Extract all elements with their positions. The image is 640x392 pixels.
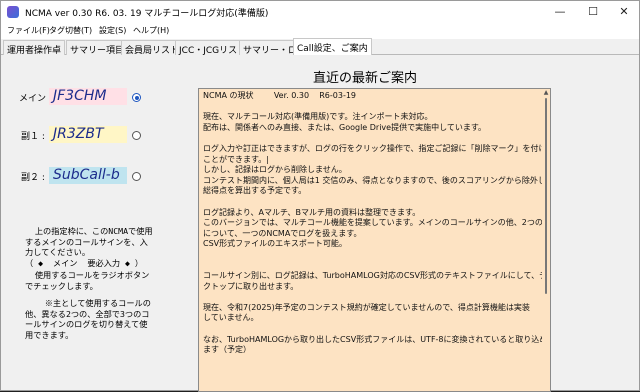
notice-title: 直近の最新ご案内 [313, 71, 418, 86]
sub2-call-label: 副２ : [21, 173, 45, 183]
scroll-thumb[interactable] [545, 98, 547, 294]
maximize-button[interactable]: ☐ [577, 1, 609, 23]
notice-scrollbar[interactable]: ▲ [542, 89, 550, 391]
notice-text: NCMA の現状 Ver. 0.30 R6-03-19 現在、マルチコール対応(… [203, 91, 551, 355]
tab-call-settings[interactable]: Call設定、ご案内 [293, 38, 372, 55]
notice-textbox[interactable]: NCMA の現状 Ver. 0.30 R6-03-19 現在、マルチコール対応(… [198, 88, 551, 392]
sub1-call-label: 副１ : [21, 132, 45, 142]
sub1-callsign-field[interactable]: JR3ZBT [49, 126, 127, 143]
menu-tag-switch[interactable]: タグ切替(T) [49, 25, 92, 36]
instruction-multi-call: ※主として使用するコールの 他、異なる2つの、全部で3つのコ ールサインのログを… [25, 298, 151, 340]
instruction-input: 上の指定枠に、このNCMAで使用 するメインのコールサインを、入 力してください… [25, 226, 153, 268]
sub2-call-radio[interactable] [132, 172, 141, 181]
main-call-label: メイン : [19, 94, 52, 104]
tab-operator-console[interactable]: 運用者操作卓 [3, 40, 66, 56]
tab-member-list[interactable]: 会員局リスト [121, 40, 184, 56]
app-icon [7, 6, 19, 18]
menu-file[interactable]: ファイル(F) [7, 25, 50, 36]
tab-summary-items[interactable]: サマリー項目 [66, 40, 129, 56]
menu-help[interactable]: ヘルプ(H) [133, 25, 169, 36]
app-window: NCMA ver 0.30 R6. 03. 19 マルチコールログ対応(準備版)… [0, 0, 640, 392]
close-button[interactable]: ✕ [608, 1, 640, 23]
main-callsign-field[interactable]: JF3CHM [49, 88, 127, 105]
instruction-radio: 使用するコールをラジオボタン でチェックします。 [25, 270, 150, 291]
sub2-callsign-field[interactable]: SubCall-b [49, 167, 127, 184]
window-title: NCMA ver 0.30 R6. 03. 19 マルチコールログ対応(準備版) [25, 9, 269, 19]
title-bar: NCMA ver 0.30 R6. 03. 19 マルチコールログ対応(準備版)… [1, 1, 639, 23]
tab-strip: 運用者操作卓 サマリー項目 会員局リスト JCC・JCGリスト サマリー・ログ … [1, 38, 639, 56]
menu-bar: ファイル(F) タグ切替(T) 設定(S) ヘルプ(H) [1, 23, 639, 39]
menu-settings[interactable]: 設定(S) [99, 25, 126, 36]
sub1-call-radio[interactable] [132, 131, 141, 140]
scroll-up-icon[interactable]: ▲ [542, 89, 550, 97]
minimize-button[interactable]: — [544, 1, 576, 23]
main-call-radio[interactable] [132, 93, 141, 102]
